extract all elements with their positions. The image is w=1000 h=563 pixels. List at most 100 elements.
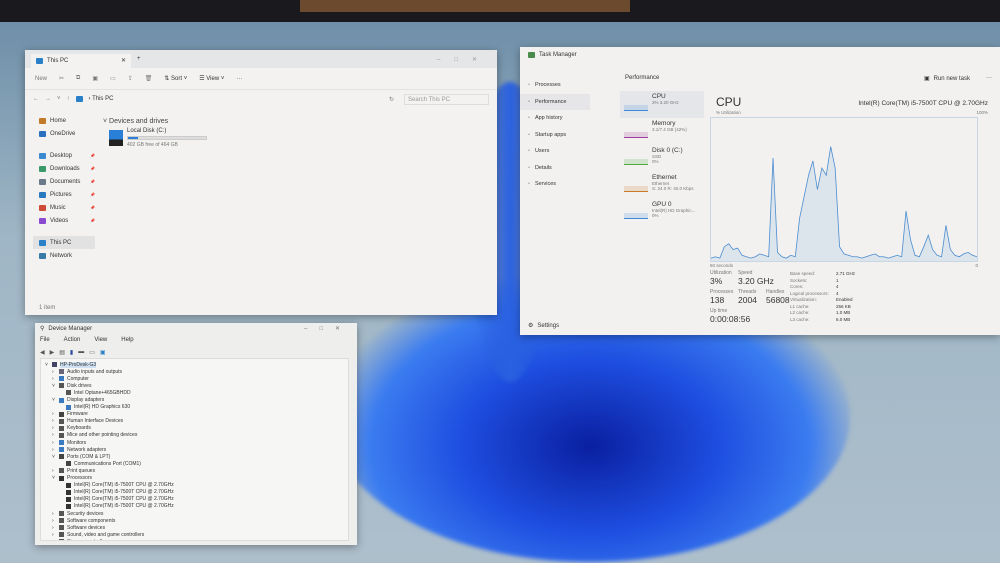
nav-item-home[interactable]: Home [33,114,95,127]
nav-item-music[interactable]: Music 📌 [33,201,95,214]
paste-icon[interactable]: ▣ [92,75,98,82]
expand-chevron-icon[interactable]: › [52,511,56,517]
collapse-chevron-icon[interactable]: ˅ [45,362,49,368]
update-driver-icon[interactable]: ▬ [78,349,84,355]
tree-node[interactable]: › Mice and other pointing devices [43,432,346,439]
sidebar-item-startup-apps[interactable]: ◦ Startup apps [520,127,590,144]
rename-icon[interactable]: ▭ [110,75,116,82]
pin-icon[interactable]: 📌 [90,153,95,158]
tree-node[interactable]: ˅ Ports (COM & LPT) [43,453,346,460]
menu-help[interactable]: Help [121,337,133,343]
collapse-chevron-icon[interactable]: ˅ [52,397,56,403]
new-button[interactable]: New [35,76,47,82]
tree-node[interactable]: › Keyboards [43,425,346,432]
resource-memory[interactable]: Memory 3.1/7.4 GB (42%) [620,118,704,145]
pin-icon[interactable]: 📌 [90,179,95,184]
pin-icon[interactable]: 📌 [90,166,95,171]
menu-view[interactable]: View [94,337,107,343]
tree-node[interactable]: › Sound, video and game controllers [43,531,346,538]
expand-chevron-icon[interactable]: › [52,432,56,438]
nav-item-desktop[interactable]: Desktop 📌 [33,149,95,162]
forward-icon[interactable]: ▶ [50,349,55,356]
collapse-chevron-icon[interactable]: ˅ [52,454,56,460]
nav-item-network[interactable]: Network [33,249,95,262]
search-input[interactable]: Search This PC [404,93,489,105]
menu-file[interactable]: File [40,337,50,343]
sidebar-item-performance[interactable]: ◦ Performance [520,93,590,110]
tree-node[interactable]: › Print queues [43,467,346,474]
scan-icon[interactable]: ▭ [89,349,95,356]
expand-chevron-icon[interactable]: › [52,376,56,382]
sort-button[interactable]: ⇅ Sort ˅ [164,75,187,82]
tree-node[interactable]: Intel(R) Core(TM) i5-7500T CPU @ 2.70GHz [43,503,346,510]
delete-icon[interactable]: 🗑 [145,75,153,82]
expand-chevron-icon[interactable]: › [52,468,56,474]
nav-item-this-pc[interactable]: This PC [33,236,95,249]
new-tab-button[interactable]: + [137,56,141,62]
expand-chevron-icon[interactable]: › [52,539,56,540]
forward-icon[interactable]: → [45,96,51,102]
breadcrumb[interactable]: › This PC [89,96,114,102]
tree-node[interactable]: › Human Interface Devices [43,418,346,425]
tree-node[interactable]: Communications Port (COM1) [43,460,346,467]
sidebar-item-users[interactable]: ◦ Users [520,143,590,160]
window-controls[interactable]: –□✕ [437,56,491,63]
sidebar-item-processes[interactable]: ◦ Processes [520,77,590,94]
tree-node[interactable]: › Security devices [43,510,346,517]
tree-node[interactable]: Intel(R) Core(TM) i5-7500T CPU @ 2.70GHz [43,482,346,489]
tree-node[interactable]: › Audio inputs and outputs [43,368,346,375]
pin-icon[interactable]: 📌 [90,192,95,197]
more-button[interactable]: ··· [236,76,242,82]
tab-this-pc[interactable]: This PC ✕ [31,54,131,68]
tree-node[interactable]: ˅ Disk drives [43,382,346,389]
tree-node[interactable]: › Monitors [43,439,346,446]
more-button[interactable]: ··· [986,75,992,81]
nav-item-downloads[interactable]: Downloads 📌 [33,162,95,175]
sidebar-item-details[interactable]: ◦ Details [520,160,590,177]
cut-icon[interactable]: ✂ [59,75,64,82]
expand-chevron-icon[interactable]: › [52,525,56,531]
tree-node[interactable]: › Computer [43,375,346,382]
resource-ethernet[interactable]: Ethernet Ethernet S: 24.0 R: 40.0 Kbps [620,172,704,199]
pin-icon[interactable]: 📌 [90,218,95,223]
menu-action[interactable]: Action [64,337,81,343]
back-icon[interactable]: ◀ [40,349,45,356]
pin-icon[interactable]: 📌 [90,205,95,210]
nav-item-onedrive[interactable]: OneDrive [33,127,95,140]
settings-button[interactable]: ⚙ Settings [528,322,559,330]
tree-node[interactable]: Intel(R) HD Graphics 630 [43,404,346,411]
window-controls[interactable]: –□✕ [304,325,352,332]
monitor-icon[interactable]: ▣ [100,349,106,356]
tree-node[interactable]: ˅ Processors [43,475,346,482]
sidebar-item-services[interactable]: ◦ Services [520,176,590,193]
nav-item-documents[interactable]: Documents 📌 [33,175,95,188]
tree-node[interactable]: Intel(R) Core(TM) i5-7500T CPU @ 2.70GHz [43,496,346,503]
collapse-chevron-icon[interactable]: ˅ [52,383,56,389]
nav-item-pictures[interactable]: Pictures 📌 [33,188,95,201]
expand-chevron-icon[interactable]: › [52,369,56,375]
collapse-chevron-icon[interactable]: ˅ [52,475,56,481]
tree-node[interactable]: Intel Optane+465GBHDD [43,389,346,396]
view-button[interactable]: ☰ View ˅ [199,75,224,82]
back-icon[interactable]: ← [33,96,39,102]
refresh-icon[interactable]: ↻ [389,96,394,103]
tree-node[interactable]: ›Storage controllers [43,538,346,540]
expand-chevron-icon[interactable]: › [52,418,56,424]
expand-chevron-icon[interactable]: › [52,518,56,524]
copy-icon[interactable]: ⧉ [76,75,80,82]
share-icon[interactable]: ⇪ [128,75,133,82]
tree-node[interactable]: › Software components [43,517,346,524]
tree-node[interactable]: ˅ Display adapters [43,396,346,403]
expand-chevron-icon[interactable]: › [52,411,56,417]
recent-icon[interactable]: ˅ [57,96,61,102]
resource-disk[interactable]: Disk 0 (C:) SSD 0% [620,145,704,172]
run-new-task-button[interactable]: ▣ Run new task [924,75,970,83]
tree-node[interactable]: ˅ HP-ProDesk-G3 [43,361,346,368]
close-tab-icon[interactable]: ✕ [121,57,126,65]
expand-chevron-icon[interactable]: › [52,447,56,453]
expand-chevron-icon[interactable]: › [52,440,56,446]
help-icon[interactable]: ▮ [70,349,73,356]
nav-item-videos[interactable]: Videos 📌 [33,214,95,227]
tree-node[interactable]: Intel(R) Core(TM) i5-7500T CPU @ 2.70GHz [43,489,346,496]
resource-gpu[interactable]: GPU 0 Intel(R) HD Graphic... 0% [620,199,704,226]
